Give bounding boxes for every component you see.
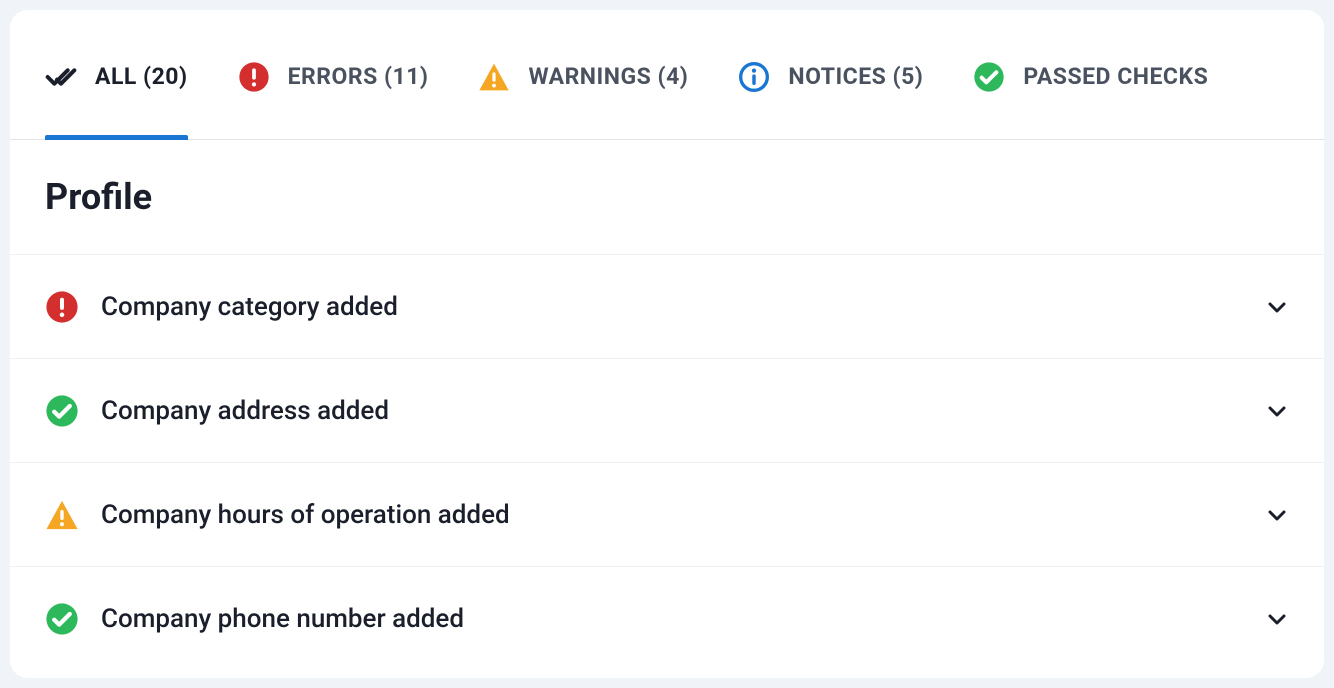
chevron-down-icon bbox=[1265, 295, 1289, 319]
check-label: Company hours of operation added bbox=[101, 500, 1265, 530]
check-label: Company category added bbox=[101, 292, 1265, 322]
chevron-down-icon bbox=[1265, 399, 1289, 423]
tab-all[interactable]: ALL (20) bbox=[45, 10, 188, 139]
check-row-company-hours[interactable]: Company hours of operation added bbox=[10, 463, 1324, 567]
error-circle-icon bbox=[45, 290, 79, 324]
tab-notices-label: NOTICES (5) bbox=[788, 63, 923, 90]
tab-passed-label: PASSED CHECKS bbox=[1023, 63, 1208, 90]
section-title: Profile bbox=[45, 176, 1289, 218]
section-header: Profile bbox=[10, 140, 1324, 255]
audit-card: ALL (20) ERRORS (11) WARNINGS (4) bbox=[10, 10, 1324, 678]
check-row-company-category[interactable]: Company category added bbox=[10, 255, 1324, 359]
tabs-bar: ALL (20) ERRORS (11) WARNINGS (4) bbox=[10, 10, 1324, 140]
check-row-company-address[interactable]: Company address added bbox=[10, 359, 1324, 463]
tab-all-label: ALL (20) bbox=[95, 63, 188, 90]
chevron-down-icon bbox=[1265, 607, 1289, 631]
chevron-down-icon bbox=[1265, 503, 1289, 527]
check-circle-icon bbox=[973, 61, 1005, 93]
tab-warnings[interactable]: WARNINGS (4) bbox=[478, 10, 688, 139]
tab-warnings-label: WARNINGS (4) bbox=[528, 63, 688, 90]
info-circle-icon bbox=[738, 61, 770, 93]
check-circle-icon bbox=[45, 602, 79, 636]
check-row-company-phone[interactable]: Company phone number added bbox=[10, 567, 1324, 671]
error-circle-icon bbox=[238, 61, 270, 93]
check-label: Company address added bbox=[101, 396, 1265, 426]
warning-triangle-icon bbox=[45, 498, 79, 532]
double-check-icon bbox=[45, 61, 77, 93]
warning-triangle-icon bbox=[478, 61, 510, 93]
tab-notices[interactable]: NOTICES (5) bbox=[738, 10, 923, 139]
check-circle-icon bbox=[45, 394, 79, 428]
tab-passed[interactable]: PASSED CHECKS bbox=[973, 10, 1208, 139]
tab-errors[interactable]: ERRORS (11) bbox=[238, 10, 429, 139]
tab-errors-label: ERRORS (11) bbox=[288, 63, 429, 90]
check-label: Company phone number added bbox=[101, 604, 1265, 634]
